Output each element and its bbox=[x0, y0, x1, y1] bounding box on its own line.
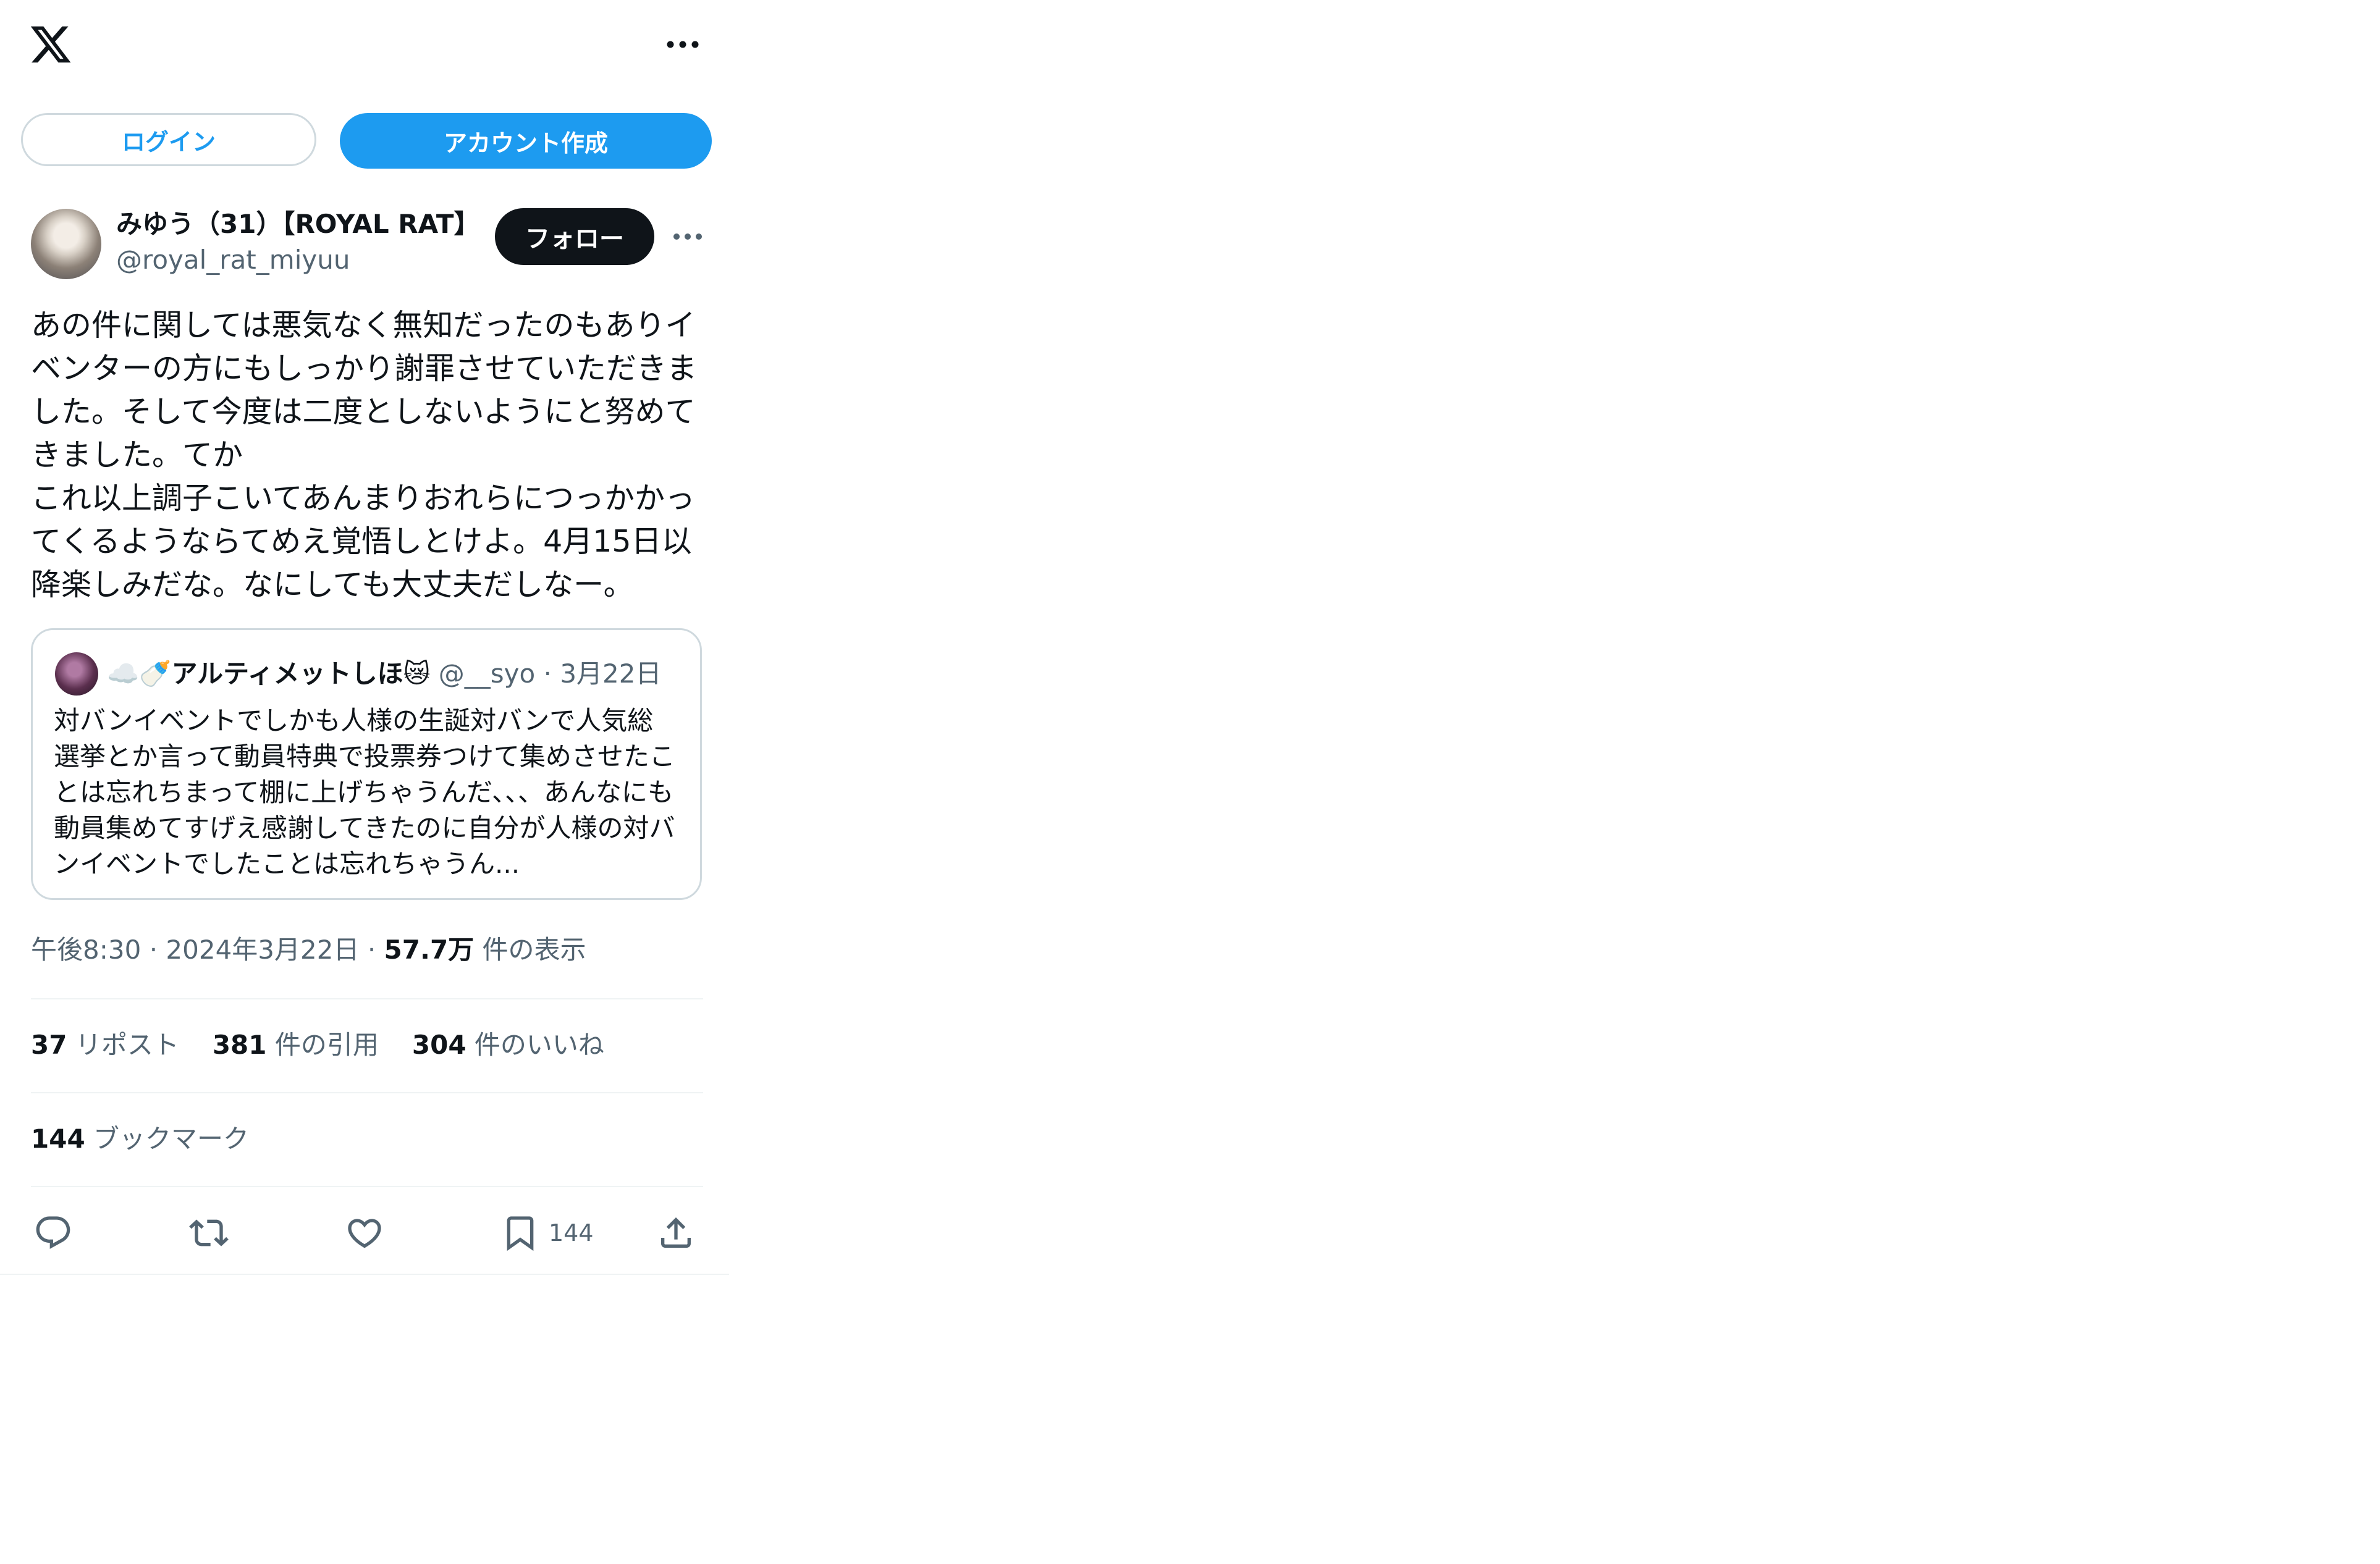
signup-button[interactable]: アカウント作成 bbox=[340, 113, 712, 169]
x-logo-icon[interactable] bbox=[28, 22, 73, 67]
quoted-post[interactable]: ☁️🍼アルティメットしほ😿 @__syo · 3月22日 対バンイベントでしかも… bbox=[31, 628, 702, 900]
bookmark-button[interactable]: 144 bbox=[500, 1209, 594, 1256]
repost-icon bbox=[189, 1213, 229, 1253]
like-button[interactable] bbox=[345, 1209, 384, 1256]
heart-icon bbox=[345, 1213, 384, 1253]
quoted-author-handle: @__syo bbox=[438, 658, 536, 689]
login-button[interactable]: ログイン bbox=[21, 113, 316, 166]
post-date[interactable]: 2024年3月22日 bbox=[166, 935, 359, 965]
meta-separator-2: · bbox=[367, 935, 376, 965]
author-display-name[interactable]: みゆう（31）【ROYAL RAT】( bbox=[116, 206, 481, 242]
author-handle[interactable]: @royal_rat_miyuu bbox=[116, 243, 350, 277]
likes-stat[interactable]: 304 件のいいね bbox=[412, 1030, 604, 1060]
post-time[interactable]: 午後8:30 bbox=[31, 935, 141, 965]
bookmark-count: 144 bbox=[549, 1219, 594, 1247]
meta-separator-1: · bbox=[149, 935, 158, 965]
author-avatar[interactable] bbox=[31, 209, 101, 279]
reply-button[interactable] bbox=[33, 1209, 73, 1256]
section-divider bbox=[0, 1274, 729, 1275]
divider bbox=[31, 1186, 703, 1187]
bookmarks-stat: 144 ブックマーク bbox=[31, 1124, 250, 1154]
post-text: あの件に関しては悪気なく無知だったのもありイベンターの方にもしっかり謝罪させてい… bbox=[31, 308, 698, 602]
more-horizontal-icon[interactable] bbox=[664, 32, 702, 57]
views-label: 件の表示 bbox=[482, 935, 586, 965]
bookmark-icon bbox=[500, 1213, 540, 1253]
follow-button[interactable]: フォロー bbox=[495, 208, 654, 265]
quoted-author-avatar bbox=[55, 652, 98, 696]
views-count: 57.7万 bbox=[384, 935, 475, 965]
quoted-separator: · bbox=[543, 658, 552, 689]
reposts-stat[interactable]: 37 リポスト bbox=[31, 1030, 179, 1060]
share-button[interactable] bbox=[656, 1209, 696, 1256]
repost-button[interactable] bbox=[189, 1209, 229, 1256]
quotes-stat[interactable]: 381 件の引用 bbox=[213, 1030, 379, 1060]
reply-icon bbox=[33, 1213, 73, 1253]
share-icon bbox=[656, 1213, 696, 1253]
quoted-post-text: 対バンイベントでしかも人様の生誕対バンで人気総選挙とか言って動員特典で投票券つけ… bbox=[54, 705, 675, 879]
engagement-stats: 37 リポスト 381 件の引用 304 件のいいね bbox=[31, 1028, 604, 1062]
post-meta: 午後8:30 · 2024年3月22日 · 57.7万 件の表示 bbox=[31, 933, 586, 967]
quoted-date: 3月22日 bbox=[560, 658, 662, 689]
divider bbox=[31, 1092, 703, 1093]
quoted-author-name: ☁️🍼アルティメットしほ😿 bbox=[107, 658, 431, 689]
quoted-post-header: ☁️🍼アルティメットしほ😿 @__syo · 3月22日 bbox=[107, 654, 661, 694]
divider bbox=[31, 998, 703, 999]
post-more-icon[interactable] bbox=[670, 225, 705, 248]
